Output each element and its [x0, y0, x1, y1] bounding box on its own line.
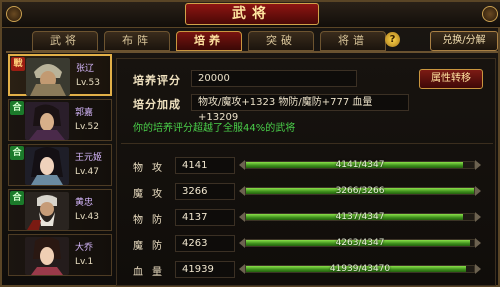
score-value: 20000	[191, 70, 357, 87]
hero-name: 郭嘉	[75, 108, 94, 118]
tab-bar: 武将 布阵 培养 突破 将谱	[32, 31, 386, 51]
armored-general-portrait	[26, 58, 70, 96]
stat-row-magic-attack: 魔攻 3266 3266/3266	[121, 180, 493, 204]
stat-label: 魔攻	[133, 189, 171, 200]
join-badge: 合	[10, 191, 24, 205]
tab-breakthrough[interactable]: 突破	[248, 31, 314, 51]
hero-level: Lv.1	[75, 257, 94, 267]
bar-right-arrow-icon	[475, 186, 481, 196]
tab-generals[interactable]: 武将	[32, 31, 98, 51]
stat-label: 血量	[133, 267, 171, 278]
score-label: 培养评分	[133, 74, 181, 87]
young-lady-portrait	[25, 237, 69, 275]
stats-list: 物攻 4141 4141/4347 魔攻 3266 3266/3266 物防 4…	[121, 143, 493, 283]
stat-value: 4263	[175, 235, 235, 252]
cultivation-panel: 培养评分 20000 属性转移 培分加成 物攻/魔攻+1323 物防/魔防+77…	[116, 58, 496, 286]
window-ornament-left-icon	[6, 6, 22, 22]
stat-label: 魔防	[133, 241, 171, 252]
bar-text: 4141/4347	[335, 160, 385, 170]
hero-card-zhangliao[interactable]: 戰 张辽 Lv.53	[8, 54, 112, 96]
hero-level: Lv.43	[75, 212, 99, 222]
tab-cultivate[interactable]: 培养	[176, 31, 242, 51]
hero-card-guojia[interactable]: 合 郭嘉 Lv.52	[8, 99, 112, 141]
tab-general-catalog[interactable]: 将谱	[320, 31, 386, 51]
game-window: 武将 武将 布阵 培养 突破 将谱 ? 兑换/分解 戰 张辽 Lv.53 合 郭…	[0, 0, 500, 287]
hero-name: 大乔	[75, 243, 94, 253]
help-icon[interactable]: ?	[385, 32, 400, 47]
window-title: 武将	[185, 3, 319, 25]
hero-name: 王元姬	[75, 153, 103, 163]
hero-level: Lv.53	[76, 78, 100, 88]
bar-text: 4263/4347	[335, 238, 385, 248]
hero-level: Lv.52	[75, 122, 99, 132]
stat-progress-bar: 4141/4347	[239, 159, 481, 171]
lady-portrait	[25, 147, 69, 185]
stat-progress-bar: 4263/4347	[239, 237, 481, 249]
stat-row-health: 血量 41939 41939/43470	[121, 258, 493, 282]
stat-progress-bar: 3266/3266	[239, 185, 481, 197]
join-badge: 合	[10, 101, 24, 115]
stat-value: 3266	[175, 183, 235, 200]
hero-card-huangzhong[interactable]: 合 黄忠 Lv.43	[8, 189, 112, 231]
stat-label: 物攻	[133, 163, 171, 174]
stat-progress-bar: 41939/43470	[239, 263, 481, 275]
hero-card-wangyuanji[interactable]: 合 王元姬 Lv.47	[8, 144, 112, 186]
bonus-label: 培分加成	[133, 98, 181, 111]
tab-divider	[6, 51, 498, 53]
hero-name: 黄忠	[75, 198, 94, 208]
bar-right-arrow-icon	[475, 238, 481, 248]
close-icon[interactable]	[482, 6, 498, 22]
hero-card-daqiao[interactable]: 大乔 Lv.1	[8, 234, 112, 276]
stat-value: 4137	[175, 209, 235, 226]
strategist-portrait	[25, 102, 69, 140]
exchange-decompose-button[interactable]: 兑换/分解	[430, 31, 498, 51]
stat-row-magic-defense: 魔防 4263 4263/4347	[121, 232, 493, 256]
stat-progress-bar: 4137/4347	[239, 211, 481, 223]
hero-roster: 戰 张辽 Lv.53 合 郭嘉 Lv.52 合 王元姬 Lv.47 合 黄忠 L…	[8, 54, 112, 287]
stat-label: 物防	[133, 215, 171, 226]
bar-text: 41939/43470	[329, 264, 391, 274]
bonus-value: 物攻/魔攻+1323 物防/魔防+777 血量+13209	[191, 94, 409, 123]
bar-right-arrow-icon	[475, 160, 481, 170]
bar-right-arrow-icon	[475, 264, 481, 274]
stat-row-physical-defense: 物防 4137 4137/4347	[121, 206, 493, 230]
old-general-portrait	[25, 192, 69, 230]
title-bar: 武将	[2, 2, 500, 28]
stat-value: 41939	[175, 261, 235, 278]
tab-formation[interactable]: 布阵	[104, 31, 170, 51]
bar-right-arrow-icon	[475, 212, 481, 222]
hero-level: Lv.47	[75, 167, 99, 177]
stat-row-physical-attack: 物攻 4141 4141/4347	[121, 154, 493, 178]
score-rank-note: 你的培养评分超越了全服44%的武将	[133, 123, 296, 134]
join-badge: 合	[10, 146, 24, 160]
stat-value: 4141	[175, 157, 235, 174]
battle-badge: 戰	[11, 57, 25, 71]
bar-text: 3266/3266	[335, 186, 385, 196]
bar-text: 4137/4347	[335, 212, 385, 222]
attribute-transfer-button[interactable]: 属性转移	[419, 69, 483, 89]
hero-name: 张辽	[76, 64, 95, 74]
